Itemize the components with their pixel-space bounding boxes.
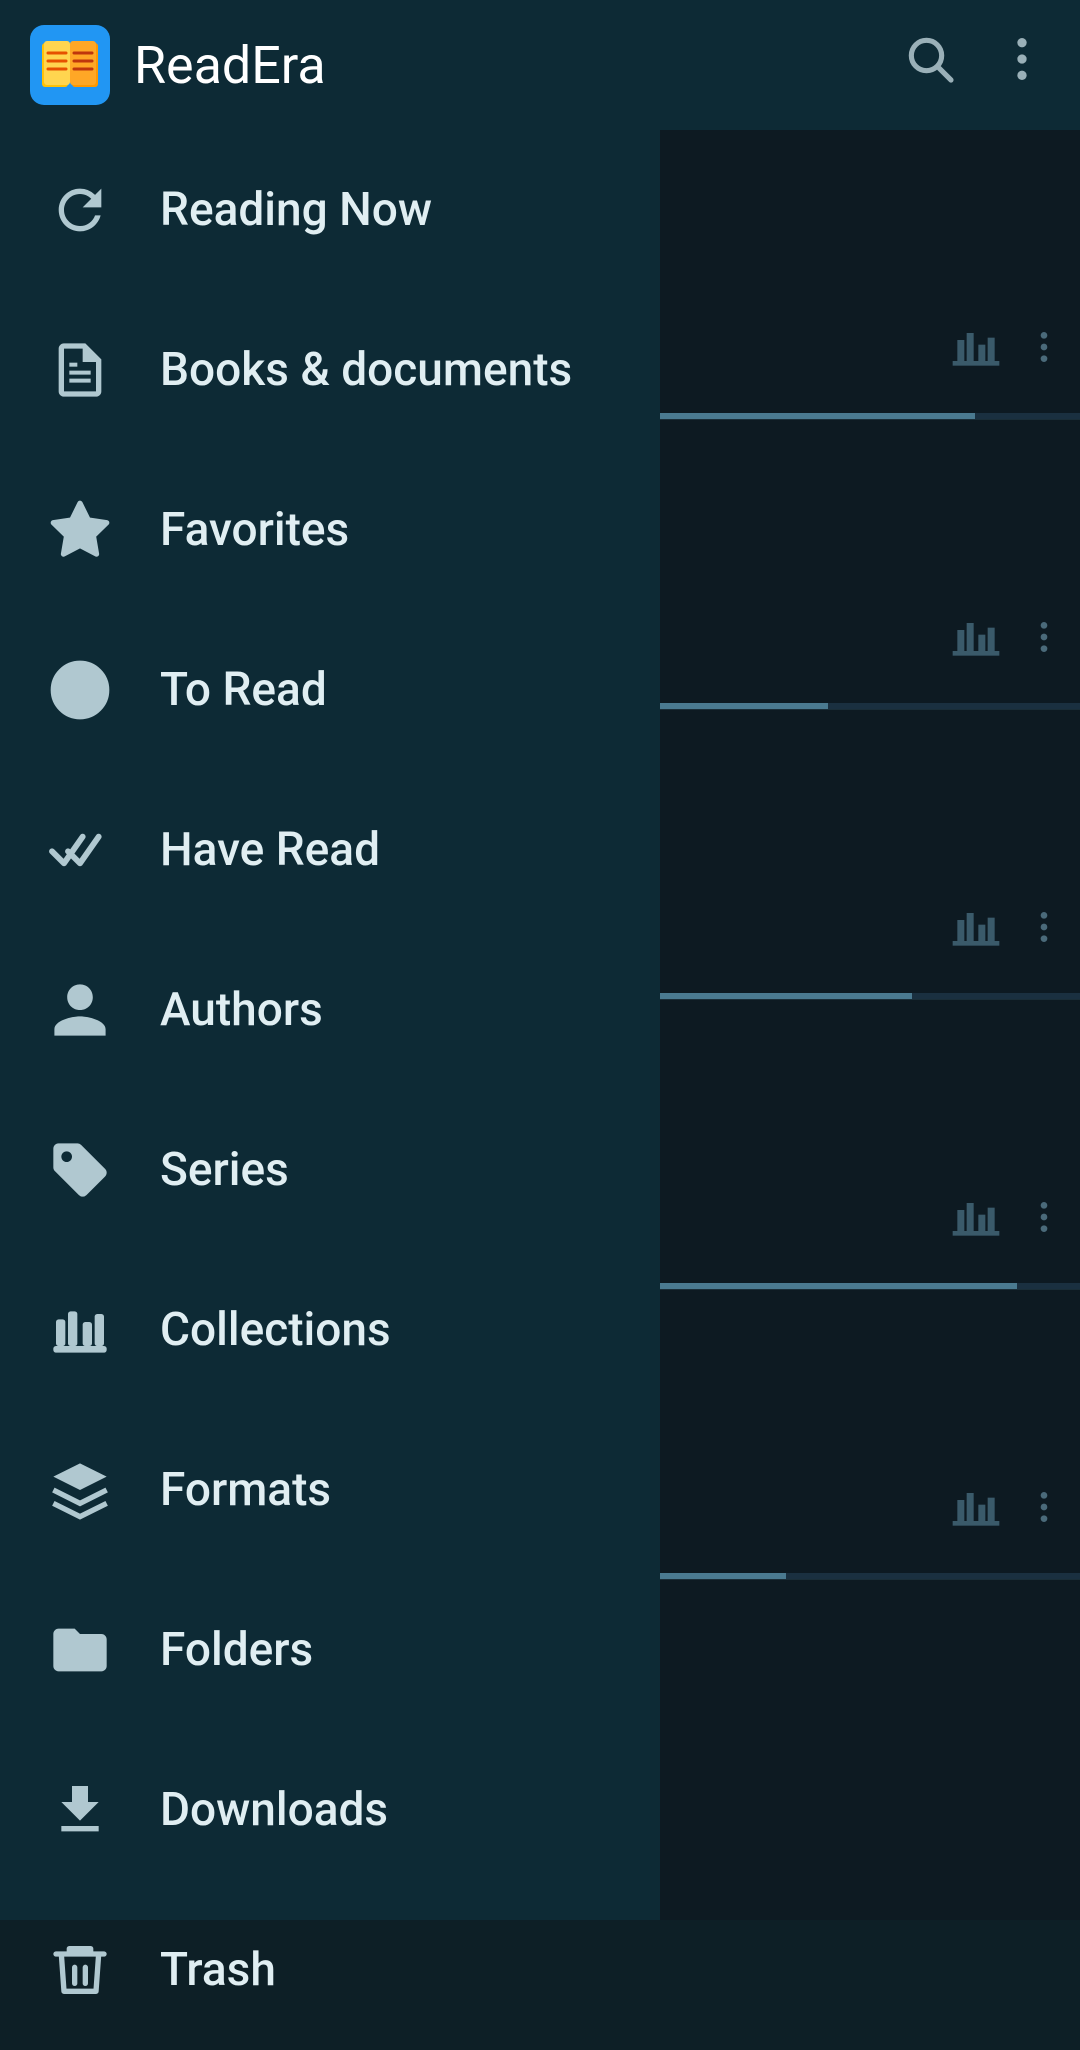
nav-item-reading-now[interactable]: Reading Now [0,130,660,290]
search-icon[interactable] [902,31,958,100]
nav-item-to-read[interactable]: To Read [0,610,660,770]
nav-label-authors: Authors [160,983,323,1037]
nav-item-books-documents[interactable]: Books & documents [0,290,660,450]
layers-icon [40,1450,120,1530]
nav-label-trash: Trash [160,1943,276,1997]
trash-icon [40,1930,120,2010]
book-row [660,420,1080,710]
more-icon[interactable] [1024,907,1064,951]
nav-label-favorites: Favorites [160,503,349,557]
nav-label-books-documents: Books & documents [160,343,572,397]
shelf-icon[interactable] [948,319,1004,379]
nav-item-formats[interactable]: Formats [0,1410,660,1570]
refresh-icon [40,170,120,250]
nav-item-favorites[interactable]: Favorites [0,450,660,610]
nav-label-downloads: Downloads [160,1783,388,1837]
topbar: ReadEra [0,0,1080,130]
nav-item-series[interactable]: Series [0,1090,660,1250]
nav-label-series: Series [160,1143,289,1197]
nav-item-have-read[interactable]: Have Read [0,770,660,930]
nav-item-folders[interactable]: Folders [0,1570,660,1730]
nav-item-downloads[interactable]: Downloads [0,1730,660,1890]
more-icon[interactable] [1024,1487,1064,1531]
more-icon[interactable] [1024,327,1064,371]
book-row [660,1000,1080,1290]
download-icon [40,1770,120,1850]
book-row [660,710,1080,1000]
book-row [660,1290,1080,1580]
nav-label-have-read: Have Read [160,823,380,877]
book-row [660,130,1080,420]
folder-icon [40,1610,120,1690]
document-icon [40,330,120,410]
nav-label-to-read: To Read [160,663,327,717]
star-icon [40,490,120,570]
shelf-icon[interactable] [948,1479,1004,1539]
clock-icon [40,650,120,730]
shelf-icon[interactable] [948,899,1004,959]
shelf-icon[interactable] [948,609,1004,669]
nav-label-folders: Folders [160,1623,313,1677]
nav-item-collections[interactable]: Collections [0,1250,660,1410]
nav-drawer: Reading Now Books & documents Favorites [0,130,660,1920]
more-icon[interactable] [1024,617,1064,661]
nav-label-reading-now: Reading Now [160,183,432,237]
person-icon [40,970,120,1050]
app-title: ReadEra [134,35,902,96]
topbar-actions [902,31,1050,100]
app-logo [30,25,110,105]
more-options-icon[interactable] [994,31,1050,100]
nav-label-collections: Collections [160,1303,391,1357]
nav-item-authors[interactable]: Authors [0,930,660,1090]
more-icon[interactable] [1024,1197,1064,1241]
double-check-icon [40,810,120,890]
nav-item-trash[interactable]: Trash [0,1890,660,2050]
shelf-icon[interactable] [948,1189,1004,1249]
nav-label-formats: Formats [160,1463,331,1517]
right-panel [660,130,1080,1920]
library-icon [40,1290,120,1370]
tag-icon [40,1130,120,1210]
